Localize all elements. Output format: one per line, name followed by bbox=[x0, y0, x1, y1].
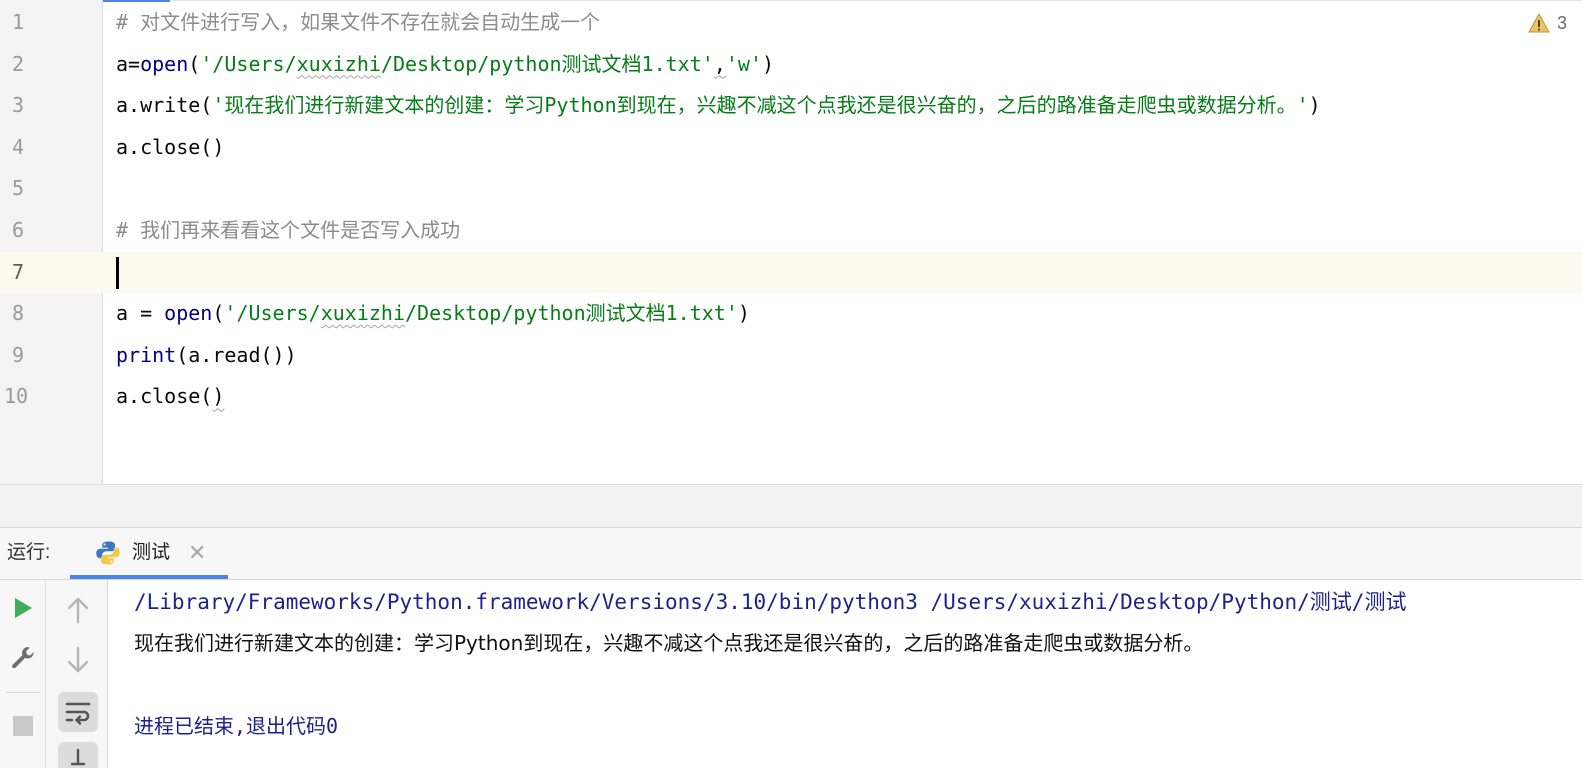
code-token: /Desktop/python测试文档1.txt' bbox=[380, 51, 714, 76]
ide-window: 1 # 对文件进行写入，如果文件不存在就会自动生成一个 2 a=open('/User… bbox=[0, 0, 1582, 768]
code-token: '/Users/ bbox=[200, 51, 297, 76]
code-token: # 对文件进行写入，如果文件不存在就会自动生成一个 bbox=[116, 10, 601, 34]
line-number: 10 bbox=[4, 384, 29, 409]
code-token: ( bbox=[188, 51, 201, 76]
code-token: a.close( bbox=[116, 384, 213, 409]
toolbar-separator bbox=[6, 692, 40, 693]
code-token: , bbox=[713, 51, 726, 76]
code-text: a=open('/Users/xuxizhi/Desktop/python测试文… bbox=[116, 44, 774, 85]
code-token: a.close() bbox=[116, 134, 225, 159]
console-exit-line: 进程已结束,退出代码0 bbox=[134, 714, 339, 738]
code-line-6[interactable]: 6 # 我们再来看看这个文件是否写入成功 bbox=[0, 210, 1582, 251]
code-token: ( bbox=[212, 301, 225, 326]
code-token: xuxizhi bbox=[296, 51, 381, 76]
code-line-5[interactable]: 5 bbox=[0, 168, 1582, 209]
code-line-2[interactable]: 2 a=open('/Users/xuxizhi/Desktop/python测试… bbox=[0, 44, 1582, 85]
run-toolbar-secondary bbox=[46, 580, 108, 768]
line-number: 4 bbox=[12, 134, 25, 159]
code-token: open bbox=[164, 301, 213, 326]
code-token: (a.read()) bbox=[176, 342, 297, 367]
line-number: 5 bbox=[12, 176, 25, 201]
line-number: 2 bbox=[12, 51, 25, 76]
code-token: '现在我们进行新建文本的创建：学习Python到现在，兴趣不减这个点我还是很兴奋… bbox=[212, 93, 1309, 118]
python-icon bbox=[96, 541, 120, 565]
text-caret bbox=[116, 256, 119, 289]
code-token: open bbox=[140, 51, 189, 76]
code-token: ) bbox=[737, 301, 750, 326]
tab-run-config[interactable]: 测试 ✕ bbox=[70, 528, 228, 579]
panel-splitter[interactable] bbox=[0, 484, 1582, 528]
code-token: a.write( bbox=[116, 93, 213, 118]
play-icon[interactable] bbox=[12, 596, 34, 620]
soft-wrap-icon bbox=[65, 702, 91, 725]
code-token: '/Users/ bbox=[224, 301, 321, 326]
scroll-to-end-icon bbox=[70, 748, 86, 766]
code-text: a = open('/Users/xuxizhi/Desktop/python测… bbox=[116, 293, 750, 334]
code-token: a = bbox=[116, 301, 165, 326]
editor-top-border bbox=[170, 0, 1582, 1]
code-text: a.close() bbox=[116, 376, 224, 417]
code-token: print bbox=[116, 342, 177, 367]
run-label: 运行: bbox=[7, 542, 51, 563]
wrench-icon[interactable] bbox=[9, 644, 37, 672]
line-number: 7 bbox=[0, 251, 102, 293]
stop-icon[interactable] bbox=[12, 715, 34, 737]
arrow-up-icon[interactable] bbox=[66, 596, 90, 624]
code-line-7[interactable]: 7 bbox=[0, 251, 1582, 293]
code-token: a= bbox=[116, 51, 141, 76]
code-line-3[interactable]: 3 a.write('现在我们进行新建文本的创建：学习Python到现在，兴趣不减… bbox=[0, 85, 1582, 126]
code-text: print(a.read()) bbox=[116, 335, 297, 376]
code-token: ) bbox=[212, 384, 225, 409]
code-line-1[interactable]: 1 # 对文件进行写入，如果文件不存在就会自动生成一个 bbox=[0, 2, 1582, 43]
tab-run-config-label: 测试 bbox=[132, 542, 171, 563]
warning-icon[interactable] bbox=[1528, 12, 1550, 34]
code-line-4[interactable]: 4 a.close() bbox=[0, 127, 1582, 168]
code-text: a.close() bbox=[116, 127, 224, 168]
line-number: 1 bbox=[12, 10, 25, 34]
code-token: # 我们再来看看这个文件是否写入成功 bbox=[116, 218, 461, 242]
run-toolbar-primary bbox=[0, 580, 46, 768]
console-output-line: 现在我们进行新建文本的创建：学习Python到现在，兴趣不减这个点我还是很兴奋的… bbox=[134, 631, 1204, 655]
console-command-line: /Library/Frameworks/Python.framework/Ver… bbox=[134, 590, 1407, 614]
code-editor[interactable]: 1 # 对文件进行写入，如果文件不存在就会自动生成一个 2 a=open('/User… bbox=[0, 0, 1582, 484]
run-tool-window: /Library/Frameworks/Python.framework/Ver… bbox=[0, 580, 1582, 768]
scroll-to-end-button[interactable] bbox=[58, 742, 98, 768]
line-number: 6 bbox=[12, 218, 25, 242]
code-text: a.write('现在我们进行新建文本的创建：学习Python到现在，兴趣不减这… bbox=[116, 85, 1321, 126]
code-token: /Desktop/python测试文档1.txt' bbox=[405, 301, 738, 326]
warning-count[interactable]: 3 bbox=[1557, 12, 1567, 34]
active-tab-indicator bbox=[70, 575, 228, 579]
code-text: # 我们再来看看这个文件是否写入成功 bbox=[116, 210, 460, 251]
line-number: 3 bbox=[12, 93, 25, 118]
code-token: ) bbox=[1308, 93, 1321, 118]
close-icon[interactable]: ✕ bbox=[188, 528, 206, 578]
run-tool-window-header: 运行: 测试 ✕ bbox=[0, 528, 1582, 580]
console-output[interactable]: /Library/Frameworks/Python.framework/Ver… bbox=[134, 580, 1582, 768]
code-token: xuxizhi bbox=[320, 301, 406, 326]
code-text: # 对文件进行写入，如果文件不存在就会自动生成一个 bbox=[116, 2, 600, 43]
code-token: 'w' bbox=[725, 51, 762, 76]
code-line-10[interactable]: 10 a.close() bbox=[0, 376, 1582, 417]
code-line-9[interactable]: 9 print(a.read()) bbox=[0, 335, 1582, 376]
line-number: 8 bbox=[12, 301, 25, 326]
soft-wrap-button[interactable] bbox=[58, 692, 98, 732]
arrow-down-icon[interactable] bbox=[66, 646, 90, 674]
code-line-8[interactable]: 8 a = open('/Users/xuxizhi/Desktop/python… bbox=[0, 293, 1582, 334]
line-number: 9 bbox=[12, 342, 25, 367]
code-token: ) bbox=[761, 51, 775, 76]
